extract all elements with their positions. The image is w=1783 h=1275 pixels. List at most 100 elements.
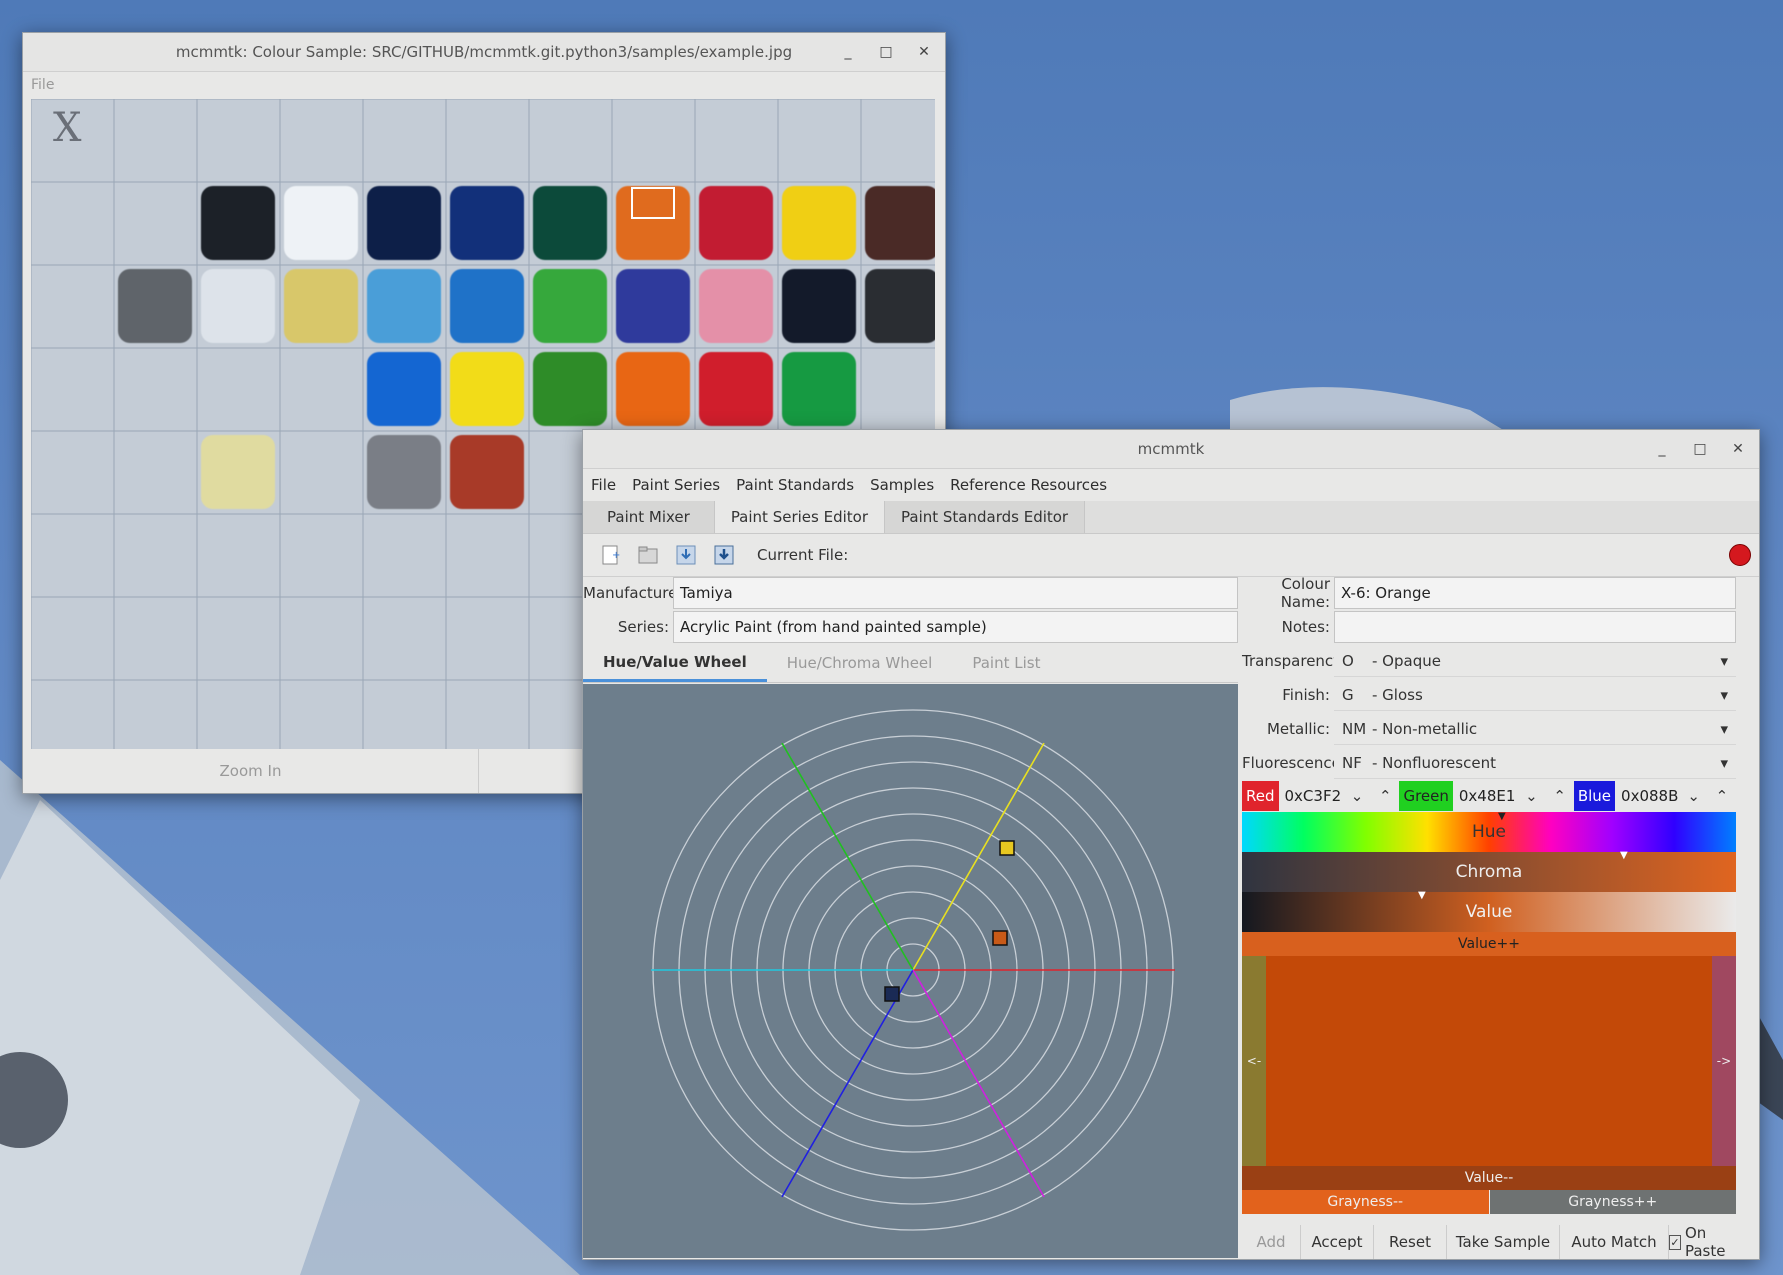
transparency-label: Transparency: xyxy=(1242,652,1347,670)
finish-value: - Gloss xyxy=(1372,685,1423,704)
on-paste-checkbox[interactable]: ✓ On Paste xyxy=(1669,1224,1736,1259)
auto-match-button[interactable]: Auto Match xyxy=(1560,1225,1669,1259)
fluorescence-code: NF xyxy=(1342,753,1362,772)
hue-right-button[interactable]: -> xyxy=(1712,956,1736,1166)
paint-swatch xyxy=(533,352,607,426)
add-button[interactable]: Add xyxy=(1242,1225,1301,1259)
paint-swatch xyxy=(699,186,773,260)
grid-glyph: X xyxy=(53,105,82,151)
dropdown-icon: ▾ xyxy=(1720,753,1728,772)
sample-window-title: mcmmtk: Colour Sample: SRC/GITHUB/mcmmtk… xyxy=(175,43,793,61)
maximize-icon[interactable]: □ xyxy=(1693,441,1707,457)
zoom-in-button[interactable]: Zoom In xyxy=(23,749,479,793)
main-title-bar[interactable]: mcmmtk _ □ ✕ xyxy=(583,430,1759,469)
chroma-label: Chroma xyxy=(1455,862,1523,882)
paint-swatch xyxy=(865,269,935,343)
paint-swatch xyxy=(284,269,358,343)
red-increase-icon[interactable]: ⌃ xyxy=(1371,781,1399,811)
right-pane: Colour Name: X-6: Orange Notes: Transpar… xyxy=(1242,575,1736,1259)
take-sample-button[interactable]: Take Sample xyxy=(1447,1225,1560,1259)
menu-paint-standards[interactable]: Paint Standards xyxy=(736,476,854,494)
value-label: Value xyxy=(1465,902,1513,922)
menu-paint-series[interactable]: Paint Series xyxy=(632,476,720,494)
paint-swatch xyxy=(865,186,935,260)
dropdown-icon: ▾ xyxy=(1720,719,1728,738)
value-minus-button[interactable]: Value-- xyxy=(1242,1166,1736,1190)
new-file-icon[interactable]: + xyxy=(597,542,623,568)
colour-name-input[interactable]: X-6: Orange xyxy=(1334,577,1736,609)
red-decrease-icon[interactable]: ⌄ xyxy=(1343,781,1371,811)
minimize-icon[interactable]: _ xyxy=(1655,441,1669,457)
metallic-select[interactable]: NM - Non-metallic ▾ xyxy=(1334,713,1736,745)
paint-swatch xyxy=(533,269,607,343)
blue-decrease-icon[interactable]: ⌄ xyxy=(1679,781,1707,811)
series-input[interactable]: Acrylic Paint (from hand painted sample) xyxy=(673,611,1238,643)
save-as-file-icon[interactable] xyxy=(711,542,737,568)
menu-reference-resources[interactable]: Reference Resources xyxy=(950,476,1107,494)
manufacturer-input[interactable]: Tamiya xyxy=(673,577,1238,609)
chroma-slider[interactable]: Chroma ▼ xyxy=(1242,850,1736,892)
file-toolbar: + Current File: xyxy=(583,534,1759,577)
menu-samples[interactable]: Samples xyxy=(870,476,934,494)
hue-left-button[interactable]: <- xyxy=(1242,956,1266,1166)
paint-swatch xyxy=(118,269,192,343)
paint-swatch xyxy=(782,352,856,426)
blue-increase-icon[interactable]: ⌃ xyxy=(1708,781,1736,811)
tab-paint-standards-editor[interactable]: Paint Standards Editor xyxy=(885,501,1086,533)
maximize-icon[interactable]: □ xyxy=(879,44,893,60)
value-marker: ▼ xyxy=(1418,890,1426,901)
minimize-icon[interactable]: _ xyxy=(841,44,855,60)
hue-value-wheel[interactable] xyxy=(583,684,1238,1258)
green-label: Green xyxy=(1399,781,1453,811)
colour-sample-area[interactable]: <- -> xyxy=(1242,956,1736,1166)
paint-swatch xyxy=(201,186,275,260)
tab-hue-value-wheel[interactable]: Hue/Value Wheel xyxy=(583,644,767,682)
hue-label: Hue xyxy=(1471,822,1507,842)
transparency-code: O xyxy=(1342,651,1354,670)
value-plus-button[interactable]: Value++ xyxy=(1242,932,1736,956)
paint-swatch xyxy=(616,352,690,426)
tab-paint-series-editor[interactable]: Paint Series Editor xyxy=(714,501,885,533)
tab-paint-mixer[interactable]: Paint Mixer xyxy=(583,501,715,533)
paint-swatch xyxy=(699,269,773,343)
grayness-plus-button[interactable]: Grayness++ xyxy=(1489,1190,1736,1214)
orange-paint-marker xyxy=(992,930,1008,946)
blue-value: 0x088B xyxy=(1621,787,1679,805)
chroma-marker: ▼ xyxy=(1620,850,1628,861)
value-slider[interactable]: Value ▼ xyxy=(1242,890,1736,932)
transparency-select[interactable]: O - Opaque ▾ xyxy=(1334,645,1736,677)
sample-menu-file[interactable]: File xyxy=(31,77,54,93)
green-increase-icon[interactable]: ⌃ xyxy=(1546,781,1574,811)
blue-axis xyxy=(781,969,914,1198)
paint-swatch xyxy=(533,186,607,260)
fluorescence-select[interactable]: NF - Nonfluorescent ▾ xyxy=(1334,747,1736,779)
hue-slider[interactable]: Hue ▼ xyxy=(1242,811,1736,852)
grayness-minus-button[interactable]: Grayness-- xyxy=(1242,1190,1490,1214)
wheel-canvas[interactable] xyxy=(583,684,1238,1258)
colour-name-label: Colour Name: xyxy=(1280,575,1330,611)
open-file-icon[interactable] xyxy=(635,542,661,568)
sample-title-bar[interactable]: mcmmtk: Colour Sample: SRC/GITHUB/mcmmtk… xyxy=(23,33,945,72)
red-value: 0xC3F2 xyxy=(1284,787,1342,805)
hue-marker: ▼ xyxy=(1498,811,1506,822)
main-tabs: Paint Mixer Paint Series Editor Paint St… xyxy=(583,501,1759,534)
menu-file[interactable]: File xyxy=(591,476,616,494)
paint-swatch xyxy=(367,269,441,343)
reset-button[interactable]: Reset xyxy=(1374,1225,1447,1259)
metallic-value: - Non-metallic xyxy=(1372,719,1478,738)
accept-button[interactable]: Accept xyxy=(1301,1225,1374,1259)
paint-swatch xyxy=(201,269,275,343)
current-file-label: Current File: xyxy=(757,546,849,564)
green-decrease-icon[interactable]: ⌄ xyxy=(1517,781,1545,811)
tab-paint-list[interactable]: Paint List xyxy=(952,644,1060,682)
close-icon[interactable]: ✕ xyxy=(917,44,931,60)
dropdown-icon: ▾ xyxy=(1720,651,1728,670)
finish-select[interactable]: G - Gloss ▾ xyxy=(1334,679,1736,711)
right-arrow-label: -> xyxy=(1716,1054,1732,1068)
save-file-icon[interactable] xyxy=(673,542,699,568)
paint-swatch xyxy=(699,352,773,426)
notes-input[interactable] xyxy=(1334,611,1736,643)
close-icon[interactable]: ✕ xyxy=(1731,441,1745,457)
tab-hue-chroma-wheel[interactable]: Hue/Chroma Wheel xyxy=(767,644,953,682)
record-icon[interactable] xyxy=(1729,544,1751,566)
